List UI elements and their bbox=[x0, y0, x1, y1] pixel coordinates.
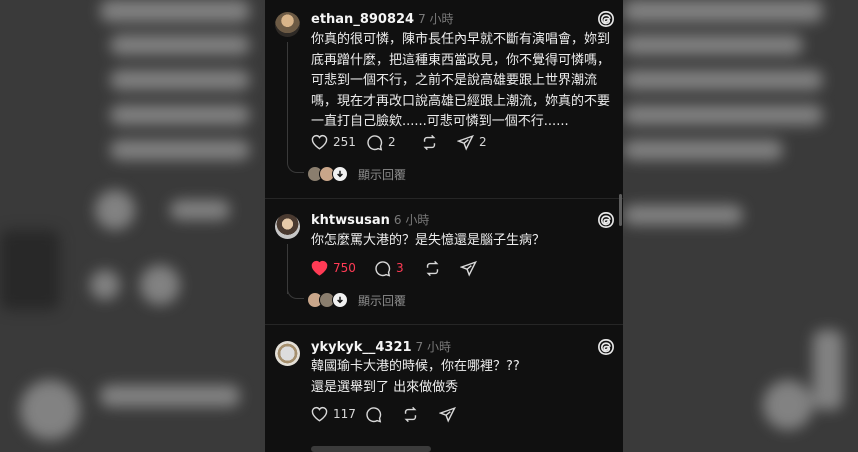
heart-icon bbox=[311, 134, 328, 150]
repost-button[interactable] bbox=[424, 258, 441, 278]
like-count: 251 bbox=[333, 135, 356, 149]
post-text: 韓國瑜卡大港的時候，你在哪裡？?? 還是選舉到了 出來做做秀 bbox=[311, 359, 520, 395]
thread-connector bbox=[287, 160, 304, 173]
share-button[interactable] bbox=[460, 258, 477, 278]
post-username[interactable]: ethan_890824 7 小時 bbox=[311, 10, 454, 27]
comment-count: 3 bbox=[396, 261, 404, 275]
divider bbox=[265, 324, 623, 325]
show-replies-link[interactable]: 顯示回覆 bbox=[358, 166, 406, 183]
comment-button[interactable]: 2 bbox=[366, 132, 396, 152]
send-icon bbox=[439, 406, 456, 423]
arrow-down-icon bbox=[332, 292, 348, 308]
heart-icon bbox=[311, 260, 328, 276]
like-button[interactable]: 117 bbox=[311, 404, 356, 424]
threads-reply-list: ethan_890824 7 小時 你真的很可憐，陳市長任內早就不斷有演唱會，妳到… bbox=[265, 0, 623, 452]
comment-count: 2 bbox=[388, 135, 396, 149]
repost-icon bbox=[404, 406, 417, 422]
avatar[interactable] bbox=[275, 341, 300, 366]
heart-icon bbox=[311, 406, 328, 422]
like-button[interactable]: 750 bbox=[311, 258, 356, 278]
avatar[interactable] bbox=[275, 12, 300, 37]
threads-logo-icon[interactable] bbox=[597, 211, 615, 229]
post-actions: 251 2 2 bbox=[311, 132, 611, 152]
share-button[interactable]: 2 bbox=[457, 132, 487, 152]
post-time: 7 小時 bbox=[418, 12, 454, 26]
comment-button[interactable] bbox=[365, 404, 382, 424]
post-actions: 750 3 bbox=[311, 258, 611, 278]
send-icon bbox=[457, 134, 474, 151]
repost-icon bbox=[426, 260, 439, 276]
blurred-backdrop-left bbox=[0, 0, 265, 452]
show-replies-link[interactable]: 顯示回覆 bbox=[358, 292, 406, 309]
like-count: 750 bbox=[333, 261, 356, 275]
scrollbar[interactable] bbox=[619, 194, 622, 226]
arrow-down-icon bbox=[332, 166, 348, 182]
blurred-backdrop-right bbox=[623, 0, 858, 452]
divider bbox=[265, 198, 623, 199]
show-replies-row[interactable]: 顯示回覆 bbox=[307, 166, 406, 182]
like-count: 117 bbox=[333, 407, 356, 421]
comment-button[interactable]: 3 bbox=[374, 258, 404, 278]
post-text: 你怎麼罵大港的？是失憶還是腦子生病？ bbox=[311, 233, 546, 248]
comment-icon bbox=[375, 260, 391, 277]
send-icon bbox=[460, 260, 477, 277]
share-count: 2 bbox=[479, 135, 487, 149]
threads-logo-icon[interactable] bbox=[597, 10, 615, 28]
post-text: 你真的很可憐，陳市長任內早就不斷有演唱會，妳到底再蹭什麼，把這種東西當政見，你不… bbox=[311, 32, 611, 129]
like-button[interactable]: 251 bbox=[311, 132, 356, 152]
post-time: 6 小時 bbox=[393, 213, 430, 227]
post-actions: 117 bbox=[311, 404, 611, 424]
repost-button[interactable] bbox=[402, 404, 419, 424]
thread-line bbox=[287, 42, 288, 162]
thread-connector bbox=[287, 286, 304, 299]
post-username[interactable]: ykykyk__4321 7 小時 bbox=[311, 338, 451, 355]
repost-button[interactable] bbox=[421, 132, 438, 152]
comment-icon bbox=[367, 134, 383, 151]
post-username[interactable]: khtwsusan 6 小時 bbox=[311, 211, 429, 228]
comment-icon bbox=[366, 406, 382, 423]
post-time: 7 小時 bbox=[415, 340, 451, 354]
next-post-peek bbox=[311, 446, 431, 452]
repost-icon bbox=[423, 134, 436, 150]
threads-logo-icon[interactable] bbox=[597, 338, 615, 356]
show-replies-row[interactable]: 顯示回覆 bbox=[307, 292, 406, 308]
avatar[interactable] bbox=[275, 214, 300, 239]
share-button[interactable] bbox=[439, 404, 456, 424]
